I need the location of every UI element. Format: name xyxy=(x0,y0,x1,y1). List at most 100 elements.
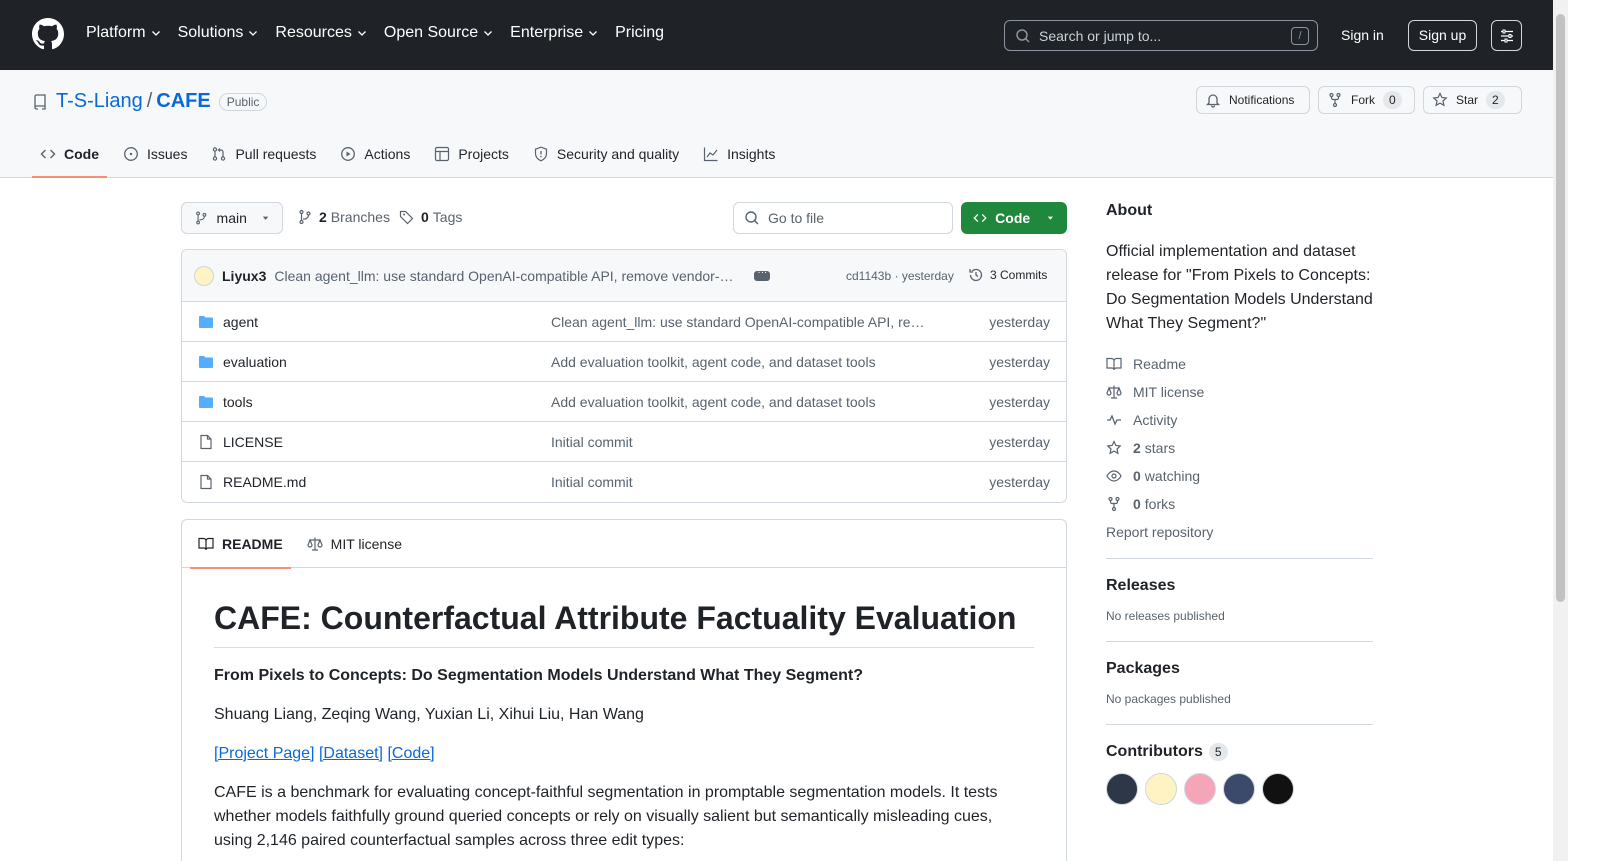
avatar[interactable] xyxy=(194,265,214,286)
star-button[interactable]: Star 2 xyxy=(1423,86,1522,114)
file-commit-time: yesterday xyxy=(989,354,1050,370)
file-row[interactable]: agent Clean agent_llm: use standard OpenA… xyxy=(182,302,1066,342)
nav-open-source[interactable]: Open Source xyxy=(384,24,494,42)
tab-license[interactable]: MIT license xyxy=(299,520,410,568)
github-logo-icon[interactable] xyxy=(32,18,64,50)
report-repository-link[interactable]: Report repository xyxy=(1106,518,1373,546)
repo-title: T-S-Liang / CAFE Public xyxy=(32,90,268,113)
sign-up-button[interactable]: Sign up xyxy=(1408,20,1477,51)
law-icon xyxy=(1106,385,1122,399)
search-shortcut-key: / xyxy=(1291,27,1309,45)
contributors-heading[interactable]: Contributors xyxy=(1106,743,1203,761)
file-commit-message[interactable]: Add evaluation toolkit, agent code, and … xyxy=(551,354,935,370)
fork-button[interactable]: Fork 0 xyxy=(1318,86,1415,114)
avatar[interactable] xyxy=(1223,773,1255,805)
notifications-label: Notifications xyxy=(1229,93,1295,107)
nav-resources[interactable]: Resources xyxy=(275,24,367,42)
star-icon xyxy=(1432,92,1448,107)
file-name[interactable]: LICENSE xyxy=(223,434,283,450)
avatar[interactable] xyxy=(1106,773,1138,805)
file-name[interactable]: README.md xyxy=(223,474,306,490)
divider xyxy=(1106,558,1373,559)
tags-link[interactable]: 0 Tags xyxy=(399,209,462,225)
project-page-link[interactable]: [Project Page] xyxy=(214,745,315,762)
releases-heading[interactable]: Releases xyxy=(1106,577,1373,595)
chevron-down-icon xyxy=(151,31,160,36)
file-name[interactable]: tools xyxy=(223,394,253,410)
code-dropdown-button[interactable]: Code xyxy=(961,202,1067,234)
contributors-avatars xyxy=(1106,773,1373,805)
commits-link[interactable]: 3 Commits xyxy=(968,267,1047,283)
about-description: Official implementation and dataset rele… xyxy=(1106,243,1373,332)
shield-icon xyxy=(534,146,548,162)
book-icon xyxy=(1106,357,1122,371)
stars-link[interactable]: 2 stars xyxy=(1106,434,1373,462)
file-commit-message[interactable]: Initial commit xyxy=(551,434,935,450)
tab-security[interactable]: Security and quality xyxy=(525,140,687,178)
commit-message[interactable]: Clean agent_llm: use standard OpenAI-com… xyxy=(274,268,740,284)
watching-link[interactable]: 0 watching xyxy=(1106,462,1373,490)
readme-box: README MIT license CAFE: Counterfactual … xyxy=(181,519,1067,861)
branch-select[interactable]: main xyxy=(181,202,283,234)
tag-icon xyxy=(399,210,414,225)
go-to-file-placeholder: Go to file xyxy=(768,210,825,226)
avatar[interactable] xyxy=(1262,773,1294,805)
menu-button[interactable] xyxy=(1491,20,1522,51)
sign-in-link[interactable]: Sign in xyxy=(1341,27,1384,43)
activity-link[interactable]: Activity xyxy=(1106,406,1373,434)
tab-pull-requests[interactable]: Pull requests xyxy=(203,140,324,178)
go-to-file-input[interactable]: Go to file xyxy=(733,202,953,234)
nav-open-source-label: Open Source xyxy=(383,24,479,41)
readme-link[interactable]: Readme xyxy=(1106,350,1373,378)
nav-pricing-label: Pricing xyxy=(615,24,664,41)
file-name[interactable]: agent xyxy=(223,314,258,330)
avatar[interactable] xyxy=(1145,773,1177,805)
nav-enterprise[interactable]: Enterprise xyxy=(510,24,599,42)
star-label: Star xyxy=(1456,93,1479,107)
file-name[interactable]: evaluation xyxy=(223,354,287,370)
code-button-label: Code xyxy=(995,210,1031,226)
search-input[interactable]: Search or jump to... / xyxy=(1004,20,1318,51)
file-row[interactable]: tools Add evaluation toolkit, agent code,… xyxy=(182,382,1066,422)
watching-count: 0 xyxy=(1133,468,1141,484)
repo-owner-link[interactable]: T-S-Liang xyxy=(56,90,143,113)
tab-readme[interactable]: README xyxy=(190,520,291,569)
file-row[interactable]: LICENSE Initial commit yesterday xyxy=(182,422,1066,462)
file-row[interactable]: README.md Initial commit yesterday xyxy=(182,462,1066,502)
readme-link-label: Readme xyxy=(1133,356,1186,372)
nav-pricing[interactable]: Pricing xyxy=(615,24,664,42)
nav-solutions[interactable]: Solutions xyxy=(178,24,260,42)
tab-code[interactable]: Code xyxy=(32,140,107,178)
global-header: Platform Solutions Resources Open Source… xyxy=(0,0,1568,70)
expand-commit-button[interactable]: ··· xyxy=(754,267,771,281)
file-commit-message[interactable]: Initial commit xyxy=(551,474,935,490)
repo-name-link[interactable]: CAFE xyxy=(156,90,210,113)
branches-link[interactable]: 2 Branches xyxy=(297,209,390,225)
forks-label: forks xyxy=(1144,496,1176,512)
license-link[interactable]: MIT license xyxy=(1106,378,1373,406)
folder-icon xyxy=(199,316,213,328)
file-commit-message[interactable]: Add evaluation toolkit, agent code, and … xyxy=(551,394,935,410)
tab-insights[interactable]: Insights xyxy=(695,140,783,178)
tab-actions[interactable]: Actions xyxy=(332,140,418,178)
repo-sidebar: About Official implementation and datase… xyxy=(1106,202,1373,805)
caret-down-icon xyxy=(262,216,269,220)
file-row[interactable]: evaluation Add evaluation toolkit, agent … xyxy=(182,342,1066,382)
tab-actions-label: Actions xyxy=(364,146,411,162)
avatar[interactable] xyxy=(1184,773,1216,805)
packages-heading[interactable]: Packages xyxy=(1106,660,1373,678)
commit-author[interactable]: Liyux3 xyxy=(222,268,266,284)
scrollbar-thumb[interactable] xyxy=(1556,14,1565,602)
code-link[interactable]: [Code] xyxy=(387,745,434,762)
readme-tabs: README MIT license xyxy=(182,520,1066,569)
code-icon xyxy=(40,149,56,159)
dataset-link[interactable]: [Dataset] xyxy=(319,745,383,762)
nav-platform[interactable]: Platform xyxy=(86,24,162,42)
tab-issues[interactable]: Issues xyxy=(115,140,195,178)
eye-icon xyxy=(1106,470,1122,482)
commit-hash-time[interactable]: cd1143b · yesterday xyxy=(846,269,954,283)
notifications-button[interactable]: Notifications xyxy=(1196,86,1310,114)
file-commit-message[interactable]: Clean agent_llm: use standard OpenAI-com… xyxy=(551,314,935,330)
tab-projects[interactable]: Projects xyxy=(426,140,517,178)
forks-link[interactable]: 0 forks xyxy=(1106,490,1373,518)
